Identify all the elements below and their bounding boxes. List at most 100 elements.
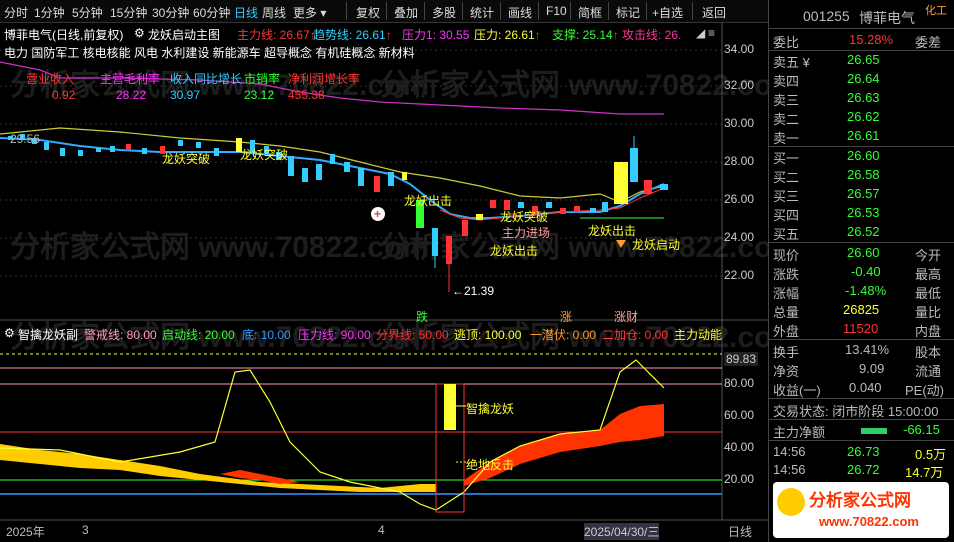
sub-param: 分界线: 50.00: [376, 328, 449, 342]
stat-right: 今开: [915, 248, 942, 263]
stock-label: 博菲电气(日线,前复权): [4, 28, 124, 42]
indicator-name: 龙妖启动主图: [148, 28, 221, 42]
trade-status: 交易状态: 闭市阶段 15:00:00: [773, 404, 939, 419]
y-tick: 32.00: [724, 78, 755, 92]
ask-1-price: 26.61: [847, 128, 880, 143]
tab-daily[interactable]: 日线: [234, 4, 258, 21]
bid-3-label: 买三: [773, 189, 800, 204]
btn-stats[interactable]: 统计: [470, 4, 494, 21]
logo-icon: [777, 488, 805, 516]
btn-overlay[interactable]: 叠加: [394, 4, 418, 21]
stock-code: 001255: [803, 8, 850, 24]
stat2-value: 0.040: [849, 380, 882, 395]
more-indicator-icon[interactable]: ≡: [708, 26, 715, 40]
bid-3-price: 26.57: [847, 186, 880, 201]
tab-1min[interactable]: 1分钟: [34, 4, 65, 21]
indicator-attack: 攻击线: 26.: [622, 28, 682, 42]
stat2-right: 股本: [915, 345, 942, 360]
tab-more[interactable]: 更多 ▾: [293, 4, 326, 21]
y-tick: 20.00: [724, 472, 755, 486]
tab-30min[interactable]: 30分钟: [152, 4, 189, 21]
signal-label: 主力进场: [502, 226, 551, 240]
tab-60min[interactable]: 60分钟: [193, 4, 230, 21]
y-tick: 60.00: [724, 408, 755, 422]
fund-value-growth: 30.97: [170, 88, 201, 102]
stock-name: 博菲电气: [859, 10, 915, 26]
fund-header-revenue: 营业收入: [26, 72, 75, 86]
btn-adjust[interactable]: 复权: [356, 4, 380, 21]
tab-15min[interactable]: 15分钟: [110, 4, 147, 21]
y-tick: 24.00: [724, 230, 755, 244]
banner-url: www.70822.com: [819, 514, 919, 529]
ask-4-price: 26.64: [847, 71, 880, 86]
ratio-value: 15.28%: [849, 32, 894, 47]
net-flow-value: -66.15: [903, 422, 940, 437]
y-tick: 89.83: [724, 352, 759, 366]
ask-5-price: 26.65: [847, 52, 880, 67]
sub-gear-icon[interactable]: ⚙: [4, 326, 15, 340]
ask-3-label: 卖三: [773, 93, 800, 108]
bid-1-label: 买一: [773, 151, 800, 166]
stat-value: 26825: [843, 302, 880, 317]
tag-rise: 涨: [560, 310, 573, 324]
chevron-down-icon: ▾: [320, 6, 327, 20]
ask-4-label: 卖四: [773, 74, 800, 89]
x-tick: 4: [378, 523, 385, 537]
bid-5-label: 买五: [773, 227, 800, 242]
sub-param: 启动线: 20.00: [162, 328, 235, 342]
tab-weekly[interactable]: 周线: [262, 4, 286, 21]
indicator-main-line: 主力线: 26.67↑: [237, 28, 316, 42]
signal-label: 龙妖出击: [404, 194, 453, 208]
ask-5-label: 卖五 ¥: [773, 55, 810, 70]
indicator-gear-icon[interactable]: ⚙: [134, 26, 145, 40]
y-tick: 28.00: [724, 154, 755, 168]
y-tick: 80.00: [724, 376, 755, 390]
ask-3-price: 26.63: [847, 90, 880, 105]
tick-price: 26.72: [847, 462, 880, 477]
net-flow-bar: [861, 428, 887, 434]
x-tick: 3: [82, 523, 89, 537]
tick-price: 26.73: [847, 444, 880, 459]
close-indicator-icon[interactable]: ◢: [696, 26, 705, 40]
signal-label: 龙妖出击: [588, 224, 637, 238]
tick-vol: 14.7万: [905, 465, 944, 480]
bid-4-label: 买四: [773, 208, 800, 223]
tag-rise-wealth: 涨财: [614, 310, 639, 324]
btn-add-watch[interactable]: +自选: [652, 4, 683, 21]
left-price-label: 29.56: [10, 132, 41, 146]
stat2-value: 13.41%: [845, 342, 890, 357]
banner-title: 分析家公式网: [809, 491, 911, 510]
btn-draw[interactable]: 画线: [508, 4, 532, 21]
sector-tag: 化工: [925, 5, 947, 17]
btn-back[interactable]: 返回: [702, 4, 726, 21]
btn-f10[interactable]: F10: [546, 4, 567, 18]
sub-param: 主力动能: [674, 328, 723, 342]
site-banner[interactable]: 分析家公式网 www.70822.com: [773, 482, 949, 538]
btn-frame[interactable]: 简框: [578, 4, 602, 21]
stat2-right: PE(动): [905, 383, 945, 398]
bid-2-price: 26.58: [847, 167, 880, 182]
btn-mark[interactable]: 标记: [616, 4, 640, 21]
fund-value-ps: 23.12: [244, 88, 275, 102]
y-tick: 30.00: [724, 116, 755, 130]
btn-multi[interactable]: 多股: [432, 4, 456, 21]
sub-indicator-name: 智擒龙妖副: [18, 328, 79, 342]
stat-label: 总量: [773, 305, 800, 320]
stat-label: 涨跌: [773, 267, 800, 282]
indicator-pressure1: 压力1: 30.55: [402, 28, 470, 42]
diamond-marker: [616, 240, 626, 248]
fund-value-revenue: 0.92: [52, 88, 76, 102]
tab-fenshi[interactable]: 分时: [4, 4, 28, 21]
signal-bar: [444, 384, 456, 430]
stat2-right: 流通: [915, 364, 942, 379]
tick-time: 14:56: [773, 462, 806, 477]
fund-header-growth: 收入同比增长: [170, 72, 243, 86]
chart-area[interactable]: 分析家公式网 www.70822.com 分析家公式网 www.70822.co…: [0, 22, 799, 542]
y-tick: 22.00: [724, 268, 755, 282]
ask-1-label: 卖一: [773, 131, 800, 146]
tab-5min[interactable]: 5分钟: [72, 4, 103, 21]
tick-vol: 0.5万: [915, 447, 947, 462]
sub-param: 压力线: 90.00: [298, 328, 371, 342]
fund-header-margin: 主营毛利率: [100, 72, 161, 86]
fund-header-profit: 净利润增长率: [288, 72, 361, 86]
